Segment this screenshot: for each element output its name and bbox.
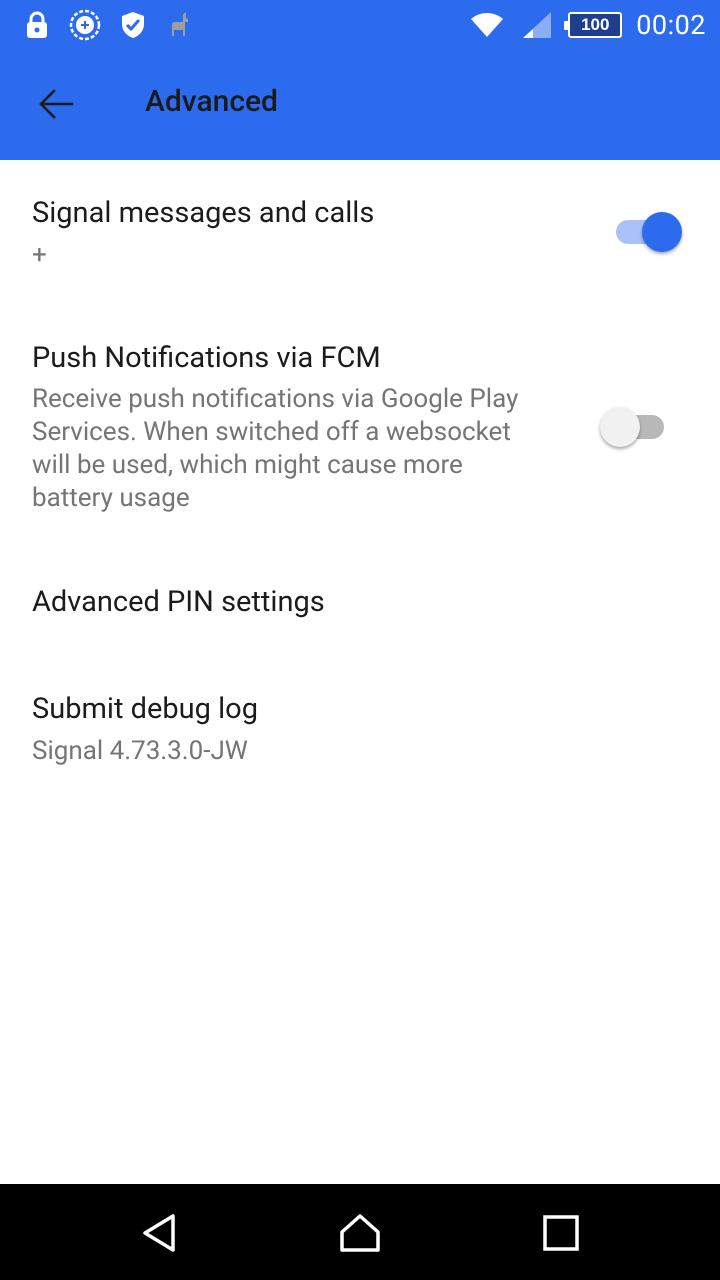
home-icon[interactable]: [339, 1212, 381, 1254]
pref-push-notifications-fcm[interactable]: Push Notifications via FCM Receive push …: [0, 290, 720, 540]
llama-icon: [172, 13, 188, 36]
switch-thumb: [642, 212, 682, 252]
lock-icon: [27, 11, 47, 38]
pref-summary-line: battery usage: [32, 483, 190, 513]
pref-title: Advanced PIN settings: [32, 585, 325, 619]
shield-check-icon: [122, 12, 144, 38]
back-button[interactable]: [26, 74, 86, 134]
status-bar: 100 00:02: [0, 0, 720, 50]
notification-icons: [22, 8, 194, 42]
arrow-back-icon: [39, 89, 74, 119]
page-title: Advanced: [145, 84, 278, 119]
clock: 00:02: [636, 9, 706, 41]
wifi-icon: [471, 13, 504, 37]
cell-signal-icon: [523, 12, 552, 38]
back-triangle-icon[interactable]: [139, 1212, 181, 1254]
pref-summary: Signal 4.73.3.0-JW: [32, 736, 248, 766]
pref-summary-line: will be used, which might cause more: [32, 450, 463, 480]
signal-status-icon: [69, 9, 101, 41]
pref-summary: +: [32, 240, 47, 270]
pref-summary-line: Receive push notifications via Google Pl…: [32, 384, 519, 414]
pref-title: Push Notifications via FCM: [32, 341, 381, 375]
recents-icon[interactable]: [540, 1212, 582, 1254]
battery-indicator: 100: [564, 12, 623, 38]
navigation-bar: [0, 1184, 720, 1280]
pref-title: Submit debug log: [32, 692, 259, 726]
signal-messages-switch[interactable]: [612, 207, 682, 257]
pref-summary-line: Services. When switched off a websocket: [32, 417, 511, 447]
toolbar: Advanced: [0, 50, 720, 160]
system-icons: 100 00:02: [468, 8, 706, 42]
pref-advanced-pin-settings[interactable]: Advanced PIN settings: [0, 545, 720, 660]
pref-signal-messages-and-calls[interactable]: Signal messages and calls +: [0, 160, 720, 290]
switch-thumb: [600, 407, 640, 447]
pref-summary: Receive push notifications via Google Pl…: [32, 383, 592, 515]
pref-title: Signal messages and calls: [32, 196, 375, 230]
push-notifications-switch[interactable]: [600, 402, 670, 452]
battery-level: 100: [581, 15, 610, 34]
pref-submit-debug-log[interactable]: Submit debug log Signal 4.73.3.0-JW: [0, 660, 720, 790]
